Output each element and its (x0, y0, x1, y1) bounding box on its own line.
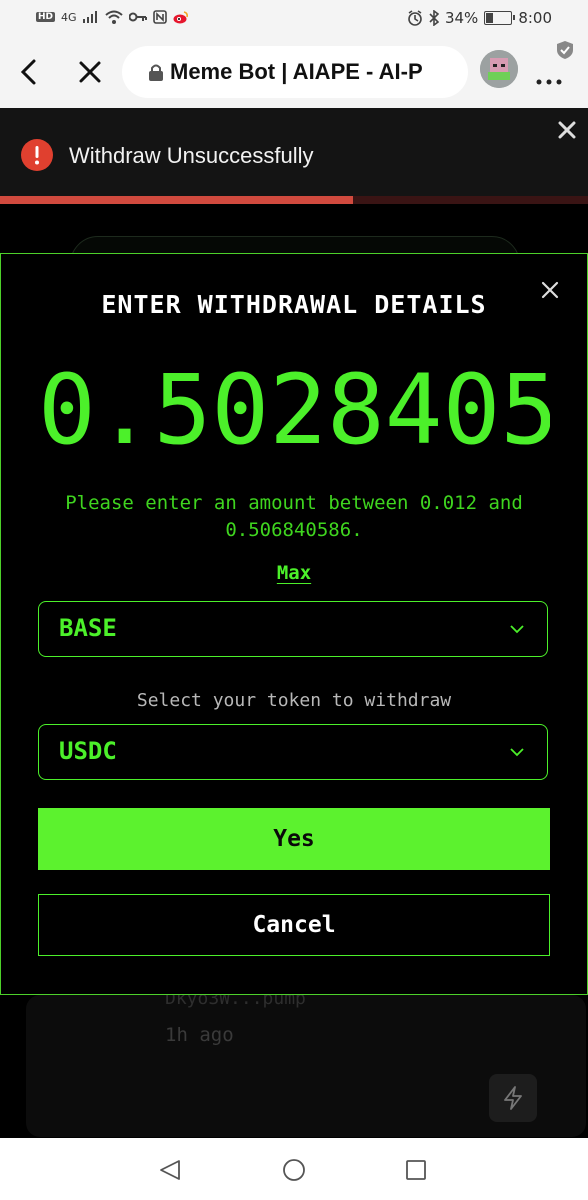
nfc-icon (152, 10, 167, 24)
error-icon (21, 139, 53, 171)
nav-back-icon[interactable] (158, 1159, 182, 1181)
toast-progress-fill (0, 196, 353, 204)
max-label: Max (276, 562, 312, 584)
toast-progress-bar (0, 196, 588, 204)
chevron-down-icon (510, 748, 524, 757)
token-select[interactable]: USDC (38, 724, 548, 780)
status-right: 34% 8:00 (407, 9, 552, 27)
token-select-label: Select your token to withdraw (136, 690, 452, 711)
quick-buy-button[interactable] (489, 1074, 537, 1122)
back-arrow-icon[interactable] (14, 56, 46, 88)
lock-icon (149, 64, 163, 81)
nav-recents-icon[interactable] (406, 1160, 426, 1180)
browser-toolbar: Meme Bot | AIAPE - AI-P (0, 36, 588, 108)
status-bar: HD 4G 34% 8:00 (0, 0, 588, 36)
avatar-image (480, 50, 518, 88)
modal-title: ENTER WITHDRAWAL DETAILS (101, 290, 487, 319)
weibo-icon (173, 11, 188, 24)
address-bar[interactable]: Meme Bot | AIAPE - AI-P (122, 46, 468, 98)
more-dots-icon (536, 79, 562, 85)
bluetooth-icon (429, 10, 439, 26)
network-badge: 4G (61, 10, 77, 24)
time-ago: 1h ago (165, 1024, 234, 1046)
amount-range-hint: Please enter an amount between 0.012 and… (65, 492, 523, 541)
page-title: Meme Bot | AIAPE - AI-P (170, 59, 423, 84)
hd-badge: HD (36, 12, 56, 22)
status-left: HD 4G (36, 10, 189, 24)
signal-icon (82, 11, 97, 23)
alarm-icon (408, 10, 422, 26)
network-select-value: BASE (59, 614, 117, 642)
cancel-button[interactable]: Cancel (38, 894, 550, 956)
max-button[interactable]: Max (0, 562, 588, 584)
battery-percent: 34% (444, 9, 479, 27)
avatar[interactable] (480, 50, 518, 88)
clock: 8:00 (518, 9, 552, 27)
system-nav-bar (0, 1138, 588, 1200)
amount-input[interactable]: 0.50284058 (38, 355, 550, 465)
battery-icon (484, 11, 516, 25)
wifi-icon (104, 10, 123, 24)
chevron-down-icon (510, 625, 524, 634)
nav-home-icon[interactable] (282, 1158, 306, 1182)
token-select-value: USDC (59, 737, 117, 765)
battery-level (486, 13, 494, 23)
confirm-button[interactable]: Yes (38, 808, 550, 870)
close-tab-icon[interactable] (74, 56, 106, 88)
network-select[interactable]: BASE (38, 601, 548, 657)
more-menu-button[interactable] (536, 66, 562, 90)
lightning-icon (504, 1086, 522, 1110)
close-icon[interactable] (557, 120, 577, 140)
key-icon (128, 12, 147, 22)
shield-icon[interactable] (556, 40, 574, 60)
toast-message: Withdraw Unsuccessfully (69, 143, 314, 168)
